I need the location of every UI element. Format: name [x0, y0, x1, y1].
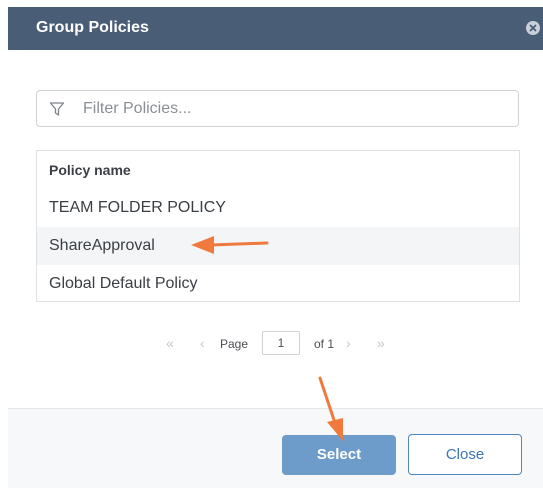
- page-number-input[interactable]: 1: [262, 331, 300, 355]
- table-header: Policy name: [37, 151, 519, 189]
- previous-page-icon[interactable]: ‹: [200, 335, 205, 351]
- policy-name-cell: Global Default Policy: [49, 275, 198, 292]
- select-button[interactable]: Select: [282, 435, 396, 475]
- dialog-footer: Select Close: [8, 408, 543, 488]
- close-button[interactable]: Close: [408, 434, 522, 475]
- pagination: « ‹ Page 1 of 1 › »: [8, 330, 543, 356]
- dialog-header: Group Policies: [8, 7, 543, 50]
- next-page-icon[interactable]: ›: [346, 335, 351, 351]
- policy-name-cell: ShareApproval: [49, 237, 155, 254]
- group-policies-dialog: Policy name TEAM FOLDER POLICY ShareAppr…: [8, 50, 543, 488]
- top-strip: [0, 0, 543, 7]
- column-header-policy-name[interactable]: Policy name: [49, 162, 131, 178]
- filter-policies-input[interactable]: [83, 92, 503, 125]
- page-count-label: of 1: [314, 337, 335, 351]
- last-page-icon[interactable]: »: [377, 335, 385, 351]
- policy-name-cell: TEAM FOLDER POLICY: [49, 199, 226, 216]
- filter-box: [36, 90, 519, 127]
- table-row[interactable]: Global Default Policy: [37, 265, 519, 303]
- dialog-title: Group Policies: [36, 19, 149, 36]
- filter-icon: [49, 101, 65, 117]
- first-page-icon[interactable]: «: [166, 335, 174, 351]
- policy-table: Policy name TEAM FOLDER POLICY ShareAppr…: [36, 150, 520, 302]
- close-circle-icon[interactable]: [526, 21, 540, 35]
- table-row[interactable]: ShareApproval: [37, 227, 519, 265]
- page-label: Page: [220, 337, 249, 351]
- table-row[interactable]: TEAM FOLDER POLICY: [37, 189, 519, 227]
